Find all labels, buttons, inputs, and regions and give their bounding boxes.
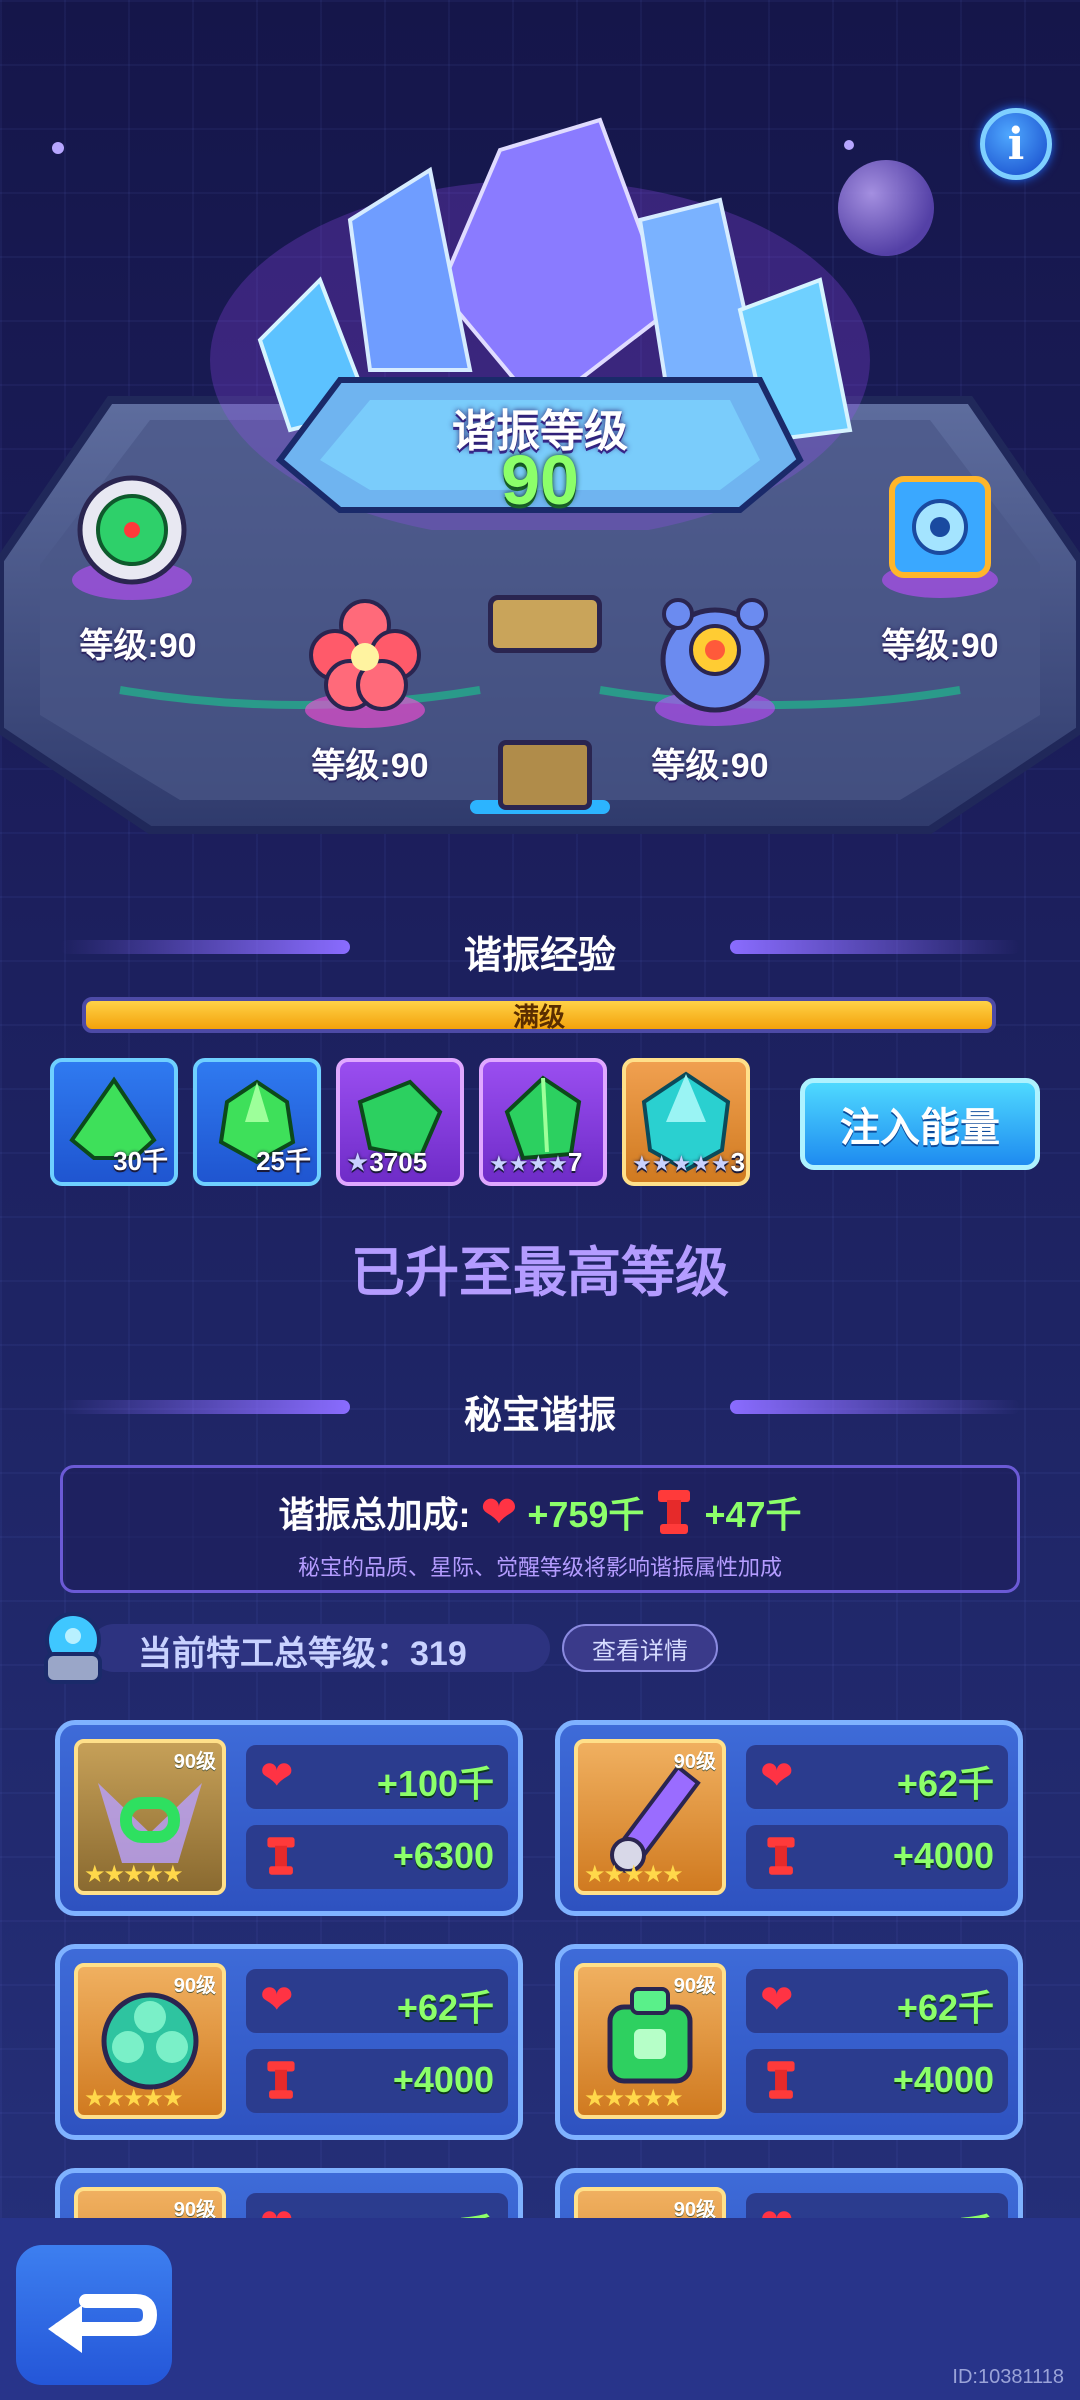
treasure-node-3[interactable] — [640, 580, 790, 730]
treasure-level-tag: 90级 — [173, 1751, 216, 1773]
attack-bonus-value: +4000 — [392, 2059, 494, 2100]
treasure-thumbnail: 90级 ★★★★★ — [574, 1739, 726, 1895]
treasure-thumbnail: 90级 ★★★★★ — [574, 1963, 726, 2119]
material-slot[interactable]: ★★★★7 — [479, 1058, 607, 1186]
blue-creature-treasure-icon — [655, 598, 775, 726]
blue-cube-treasure-icon — [882, 476, 998, 598]
core-connector — [488, 595, 602, 653]
material-stars: ★★★★★ — [632, 1151, 731, 1176]
material-stars: ★ — [346, 1147, 370, 1177]
attack-bonus-value: +6300 — [392, 1835, 494, 1876]
max-level-status: 已升至最高等级 — [351, 1243, 729, 1303]
resonance-stage: i 谐振等级 90 等级:90 等级:90 等级:90 等级:90 — [0, 0, 1080, 900]
treasure-node-4[interactable] — [870, 465, 1010, 605]
treasure-card[interactable]: 90级 ★★★★★ ❤ +62千 +4000 — [555, 1944, 1023, 2140]
back-arrow-icon — [48, 2294, 158, 2353]
hp-bonus-value: +62千 — [396, 1987, 494, 2028]
info-button[interactable]: i — [980, 108, 1052, 180]
agent-total-level: 当前特工总等级：319 — [138, 1635, 467, 1673]
star-decoration — [52, 142, 64, 154]
treasure-node-level: 等级:90 — [311, 747, 429, 785]
attack-stat-row: +6300 — [246, 1825, 508, 1889]
experience-bar-label: 满级 — [512, 1001, 565, 1032]
material-slot[interactable]: ★★★★★3 — [622, 1058, 750, 1186]
material-stars: ★★★★ — [489, 1151, 568, 1176]
total-bonus-attack: +47千 — [704, 1494, 802, 1535]
core-connector — [498, 740, 592, 810]
total-bonus-panel: 谐振总加成: ❤ +759千 +47千 秘宝的品质、星际、觉醒等级将影响谐振属性… — [60, 1465, 1020, 1593]
attack-bonus-value: +4000 — [892, 1835, 994, 1876]
treasure-node-level: 等级:90 — [881, 627, 999, 665]
treasure-stars: ★★★★★ — [584, 2085, 684, 2112]
treasure-level-tag: 90级 — [673, 1975, 716, 1997]
material-count: 3 — [730, 1147, 746, 1177]
attack-icon — [267, 1837, 295, 1875]
material-slot[interactable]: ★3705 — [336, 1058, 464, 1186]
hp-bonus-value: +100千 — [376, 1763, 494, 1804]
treasure-stars: ★★★★★ — [584, 1861, 684, 1888]
heart-icon: ❤ — [480, 1487, 518, 1537]
hp-stat-row: ❤ +62千 — [746, 1969, 1008, 2033]
total-bonus-label: 谐振总加成: — [278, 1494, 471, 1535]
treasure-thumbnail: 90级 ★★★★★ — [74, 1963, 226, 2119]
treasure-stars: ★★★★★ — [84, 1861, 184, 1888]
green-orb-treasure-icon — [72, 475, 192, 600]
material-count: 25千 — [256, 1146, 311, 1176]
material-slot[interactable]: 30千 — [50, 1058, 178, 1186]
back-button[interactable] — [16, 2245, 172, 2385]
heart-icon: ❤ — [760, 1978, 794, 2022]
treasure-level-tag: 90级 — [673, 1751, 716, 1773]
treasure-card[interactable]: 90级 ★★★★★ ❤ +100千 +6300 — [55, 1720, 523, 1916]
attack-stat-row: +4000 — [246, 2049, 508, 2113]
attack-stat-row: +4000 — [746, 2049, 1008, 2113]
attack-icon — [767, 2061, 795, 2099]
heart-icon: ❤ — [260, 1978, 294, 2022]
view-details-button[interactable]: 查看详情 — [562, 1624, 718, 1672]
material-slot[interactable]: 25千 — [193, 1058, 321, 1186]
hp-stat-row: ❤ +62千 — [246, 1969, 508, 2033]
red-flower-treasure-icon — [305, 599, 425, 728]
treasure-card[interactable]: 90级 ★★★★★ ❤ +62千 +4000 — [55, 1944, 523, 2140]
material-count: 7 — [567, 1147, 583, 1177]
treasure-node-1[interactable] — [62, 470, 202, 610]
attack-stat-row: +4000 — [746, 1825, 1008, 1889]
treasure-node-level: 等级:90 — [79, 627, 197, 665]
heart-icon: ❤ — [260, 1754, 294, 1798]
treasure-node-level: 等级:90 — [651, 747, 769, 785]
treasure-thumbnail: 90级 ★★★★★ — [74, 1739, 226, 1895]
secret-resonance-title: 秘宝谐振 — [463, 1395, 616, 1437]
treasure-card[interactable]: 90级 ★★★★★ ❤ +62千 +4000 — [555, 1720, 1023, 1916]
attack-bonus-value: +4000 — [892, 2059, 994, 2100]
total-bonus-hp: +759千 — [527, 1494, 645, 1535]
attack-icon — [767, 1837, 795, 1875]
player-id: ID:10381118 — [952, 2366, 1064, 2388]
material-count: 30千 — [113, 1146, 168, 1176]
bonus-note: 秘宝的品质、星际、觉醒等级将影响谐振属性加成 — [297, 1555, 782, 1580]
hp-bonus-value: +62千 — [896, 1763, 994, 1804]
inject-energy-button[interactable]: 注入能量 — [800, 1078, 1040, 1170]
treasure-stars: ★★★★★ — [84, 2085, 184, 2112]
resonance-level-value: 90 — [501, 441, 579, 519]
experience-progress-bar: 满级 — [82, 997, 996, 1033]
hp-stat-row: ❤ +100千 — [246, 1745, 508, 1809]
treasure-level-tag: 90级 — [173, 1975, 216, 1997]
material-count: 3705 — [369, 1147, 428, 1177]
hp-stat-row: ❤ +62千 — [746, 1745, 1008, 1809]
attack-icon — [658, 1490, 691, 1534]
experience-title: 谐振经验 — [463, 935, 616, 977]
treasure-node-2[interactable] — [290, 585, 440, 735]
attack-icon — [267, 2061, 295, 2099]
heart-icon: ❤ — [760, 1754, 794, 1798]
agent-robot-icon — [44, 1612, 102, 1684]
info-icon: i — [1007, 118, 1025, 170]
hp-bonus-value: +62千 — [896, 1987, 994, 2028]
